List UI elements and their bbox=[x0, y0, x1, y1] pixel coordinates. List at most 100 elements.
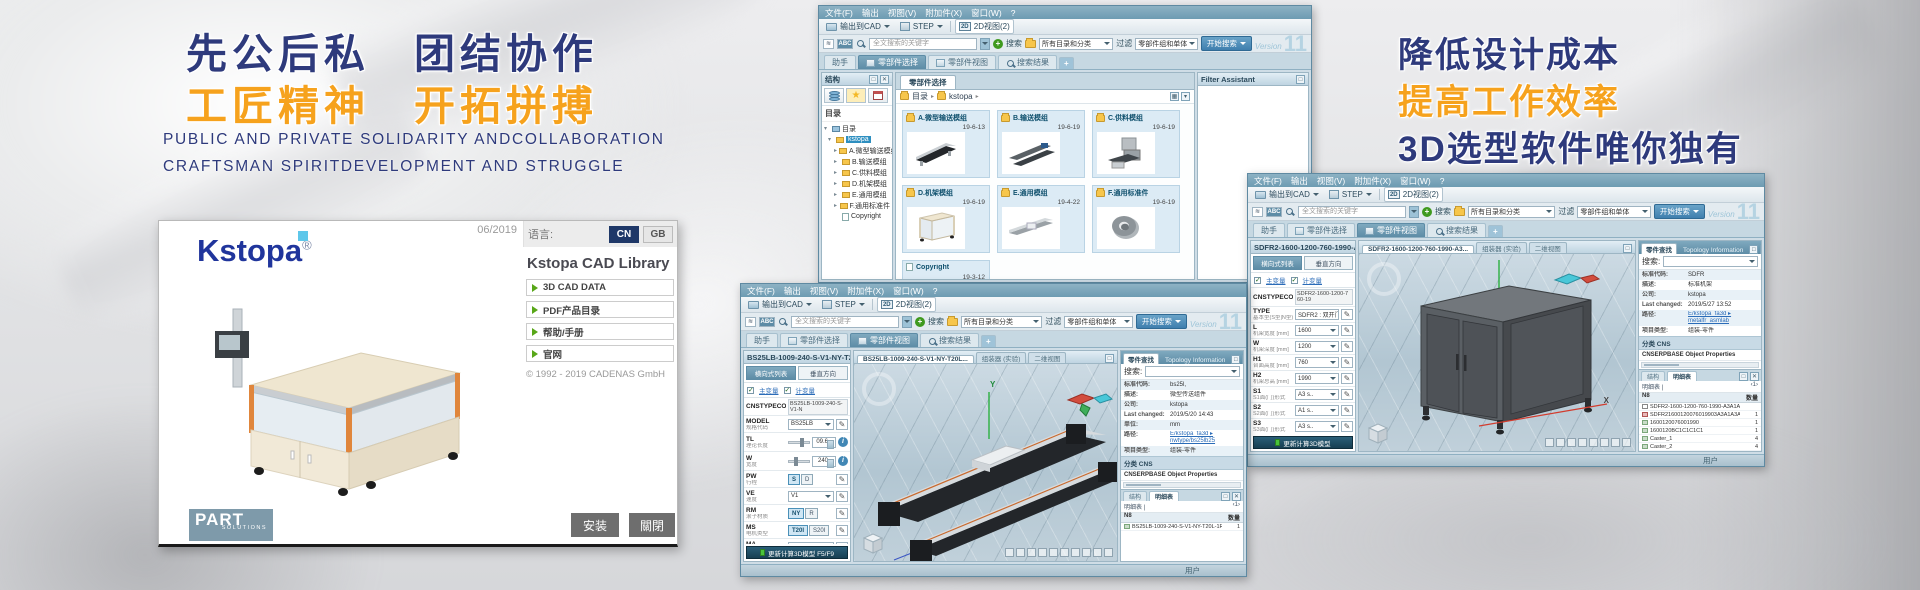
tab-add[interactable]: + bbox=[1059, 57, 1074, 69]
edit-icon[interactable] bbox=[836, 419, 848, 430]
param-spinner[interactable]: 09.6 bbox=[812, 437, 836, 448]
bom-row[interactable]: SDFR2-1600-1200-760-1990-A3A1A3A1-A3A3A.… bbox=[1639, 403, 1761, 411]
tab-bom[interactable]: 明细表 bbox=[1667, 371, 1697, 381]
menu-item-pdf-catalog[interactable]: PDF产品目录 bbox=[526, 301, 674, 318]
param-select[interactable]: SDFR2 : 双开门 bbox=[1295, 309, 1339, 320]
tab-part-view[interactable]: 零部件视图 bbox=[850, 333, 918, 347]
search-scope-dropdown[interactable]: 所有目录和分类 bbox=[1468, 206, 1555, 218]
menu-export[interactable]: 输出 bbox=[1291, 175, 1308, 187]
menu-help[interactable]: ? bbox=[1440, 176, 1445, 186]
edit-icon[interactable] bbox=[1341, 357, 1353, 368]
view-cube[interactable] bbox=[860, 529, 886, 555]
3d-scene[interactable]: X bbox=[1359, 254, 1635, 451]
param-select[interactable]: 1600 bbox=[1295, 325, 1339, 336]
param-select[interactable]: A3 s.. bbox=[1295, 389, 1339, 400]
menu-help[interactable]: ? bbox=[933, 286, 938, 296]
search-input[interactable] bbox=[869, 38, 977, 50]
expand-icon[interactable]: ≋ bbox=[1252, 207, 1263, 217]
checkbox[interactable] bbox=[1254, 277, 1261, 284]
viewport-tool-icon[interactable] bbox=[1611, 438, 1620, 447]
maximize-icon[interactable]: □ bbox=[1105, 354, 1114, 363]
tree-item-kstopa[interactable]: ▾kstopa bbox=[822, 134, 892, 145]
main-variable-link[interactable]: 主变量 bbox=[759, 385, 779, 395]
breadcrumb-node[interactable]: kstopa bbox=[949, 92, 973, 101]
bom-pager[interactable]: ‹1› bbox=[1233, 502, 1240, 511]
search-input[interactable] bbox=[791, 316, 899, 328]
2d-view-button[interactable]: 2D2D视图(2) bbox=[955, 19, 1014, 34]
step-format-button[interactable]: STEP bbox=[819, 299, 868, 310]
menu-window[interactable]: 窗口(W) bbox=[971, 7, 1002, 19]
checkbox[interactable] bbox=[784, 387, 791, 394]
menu-window[interactable]: 窗口(W) bbox=[1400, 175, 1431, 187]
menu-item-3d-cad-data[interactable]: 3D CAD DATA bbox=[526, 279, 674, 296]
tab-assistant[interactable]: 助手 bbox=[746, 333, 778, 347]
tab-part-selection[interactable]: 零部件选择 bbox=[1287, 223, 1355, 237]
param-toggle[interactable]: T20IS20I bbox=[788, 525, 834, 536]
edit-icon[interactable] bbox=[1341, 405, 1353, 416]
menu-export[interactable]: 输出 bbox=[784, 285, 801, 297]
part-tile[interactable]: C.供料模组 19-6-19 bbox=[1092, 110, 1180, 178]
edit-icon[interactable] bbox=[836, 525, 848, 536]
menu-export[interactable]: 输出 bbox=[862, 7, 879, 19]
menu-file[interactable]: 文件(F) bbox=[825, 7, 853, 19]
catalog-database-icon[interactable] bbox=[824, 88, 844, 103]
bom-row[interactable]: 1600120BC1C1C1C11 bbox=[1639, 427, 1761, 435]
filter-scope-dropdown[interactable]: 零部件组和单体 bbox=[1064, 316, 1133, 328]
search-dropdown-icon[interactable] bbox=[980, 38, 990, 50]
part-search-dropdown[interactable] bbox=[1663, 256, 1758, 267]
param-select[interactable]: A3 s.. bbox=[1295, 421, 1339, 432]
tree-item[interactable]: ▸C.供料模组 bbox=[822, 167, 892, 178]
param-slider[interactable] bbox=[788, 460, 810, 463]
param-toggle[interactable]: SD bbox=[788, 474, 834, 485]
horizontal-list-button[interactable]: 横向式列表 bbox=[746, 366, 796, 380]
viewport-tool-icon[interactable] bbox=[1589, 438, 1598, 447]
bom-row[interactable]: BS25LB-1009-240-S-V1-NY-T20L-1R11 bbox=[1121, 523, 1243, 531]
tab-topology-info[interactable]: Topology Information bbox=[1161, 357, 1229, 364]
tab-add[interactable]: + bbox=[1488, 225, 1503, 237]
viewport-tool-icon[interactable] bbox=[1567, 438, 1576, 447]
start-search-button[interactable]: 开始搜索 bbox=[1136, 314, 1187, 329]
filter-scope-dropdown[interactable]: 零部件组和单体 bbox=[1577, 206, 1651, 218]
part-search-dropdown[interactable] bbox=[1145, 366, 1240, 377]
calendar-icon[interactable] bbox=[868, 88, 888, 103]
horizontal-scrollbar[interactable] bbox=[1123, 482, 1241, 488]
tab-topology-info[interactable]: Topology Information bbox=[1679, 247, 1747, 254]
maximize-icon[interactable]: □ bbox=[1749, 245, 1758, 254]
viewport-tab-model[interactable]: BS25LB-1009-240-S-V1-NY-T20L... bbox=[857, 355, 974, 363]
viewport-tab-model[interactable]: SDFR2-1600-1200-760-1990-A3... bbox=[1362, 245, 1474, 253]
start-search-button[interactable]: 开始搜索 bbox=[1201, 36, 1252, 51]
tab-part-find[interactable]: 零件查找 bbox=[1641, 243, 1677, 254]
close-icon[interactable]: ✕ bbox=[1760, 245, 1761, 254]
viewport-tool-icon[interactable] bbox=[1104, 548, 1113, 557]
abc-filter-icon[interactable]: ABC bbox=[837, 39, 853, 49]
maximize-icon[interactable]: □ bbox=[1221, 492, 1230, 501]
close-button[interactable]: 關閉 bbox=[629, 513, 675, 537]
update-3d-model-button[interactable]: 更新计算3D模型 F5/F9 bbox=[746, 546, 848, 559]
vertical-list-button[interactable]: 垂直方向 bbox=[798, 366, 848, 380]
view-mode-icon[interactable]: ▦ bbox=[1170, 92, 1179, 101]
tab-bom[interactable]: 明细表 bbox=[1149, 491, 1179, 501]
2d-view-button[interactable]: 2D2D视图(2) bbox=[877, 297, 936, 312]
edit-icon[interactable] bbox=[836, 491, 848, 502]
maximize-icon[interactable]: □ bbox=[1623, 244, 1632, 253]
tab-part-selection[interactable]: 零部件选择 bbox=[858, 55, 926, 69]
language-cn-button[interactable]: CN bbox=[609, 226, 639, 243]
main-variable-link[interactable]: 主变量 bbox=[1266, 275, 1286, 285]
param-toggle[interactable]: NYR bbox=[788, 508, 834, 519]
bom-row[interactable]: Caster_24 bbox=[1639, 443, 1761, 451]
part-tile[interactable]: B.输送模组 19-6-19 bbox=[997, 110, 1085, 178]
menu-item-website[interactable]: 官网 bbox=[526, 345, 674, 362]
tab-assistant[interactable]: 助手 bbox=[824, 55, 856, 69]
viewport-tool-icon[interactable] bbox=[1027, 548, 1036, 557]
tab-part-selection[interactable]: 零部件选择 bbox=[780, 333, 848, 347]
filter-scope-dropdown[interactable]: 零部件组和单体 bbox=[1135, 38, 1198, 50]
viewport-tool-icon[interactable] bbox=[1049, 548, 1058, 557]
bom-row[interactable]: SDFR21600120076019903A3A1A3A1A3A1A3A11 bbox=[1639, 411, 1761, 419]
param-select[interactable]: V1 bbox=[788, 491, 834, 502]
part-tile[interactable]: E.通用模组 19-4-22 bbox=[997, 185, 1085, 253]
view-cube[interactable] bbox=[1365, 419, 1391, 445]
menu-view[interactable]: 视图(V) bbox=[810, 285, 838, 297]
viewport-tool-icon[interactable] bbox=[1038, 548, 1047, 557]
expand-icon[interactable]: ≋ bbox=[745, 317, 756, 327]
export-to-cad-button[interactable]: 输出到CAD bbox=[745, 298, 815, 311]
